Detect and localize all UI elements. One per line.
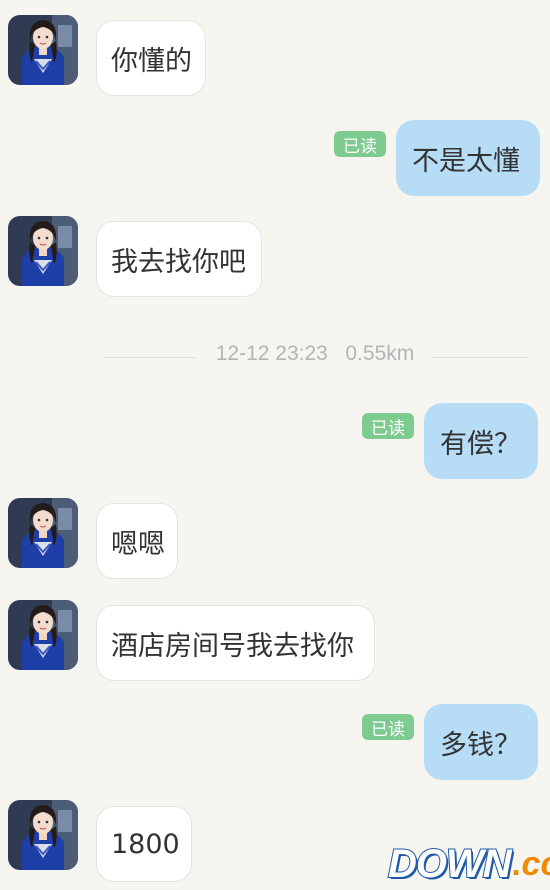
outgoing-message-bubble[interactable]: 有偿？ (424, 403, 538, 479)
outgoing-message-bubble[interactable]: 不是太懂 (396, 120, 540, 196)
watermark-suffix: cc (521, 844, 550, 883)
watermark-dot: . (511, 845, 521, 882)
incoming-message-bubble[interactable]: 你懂的 (96, 20, 206, 96)
contact-avatar[interactable] (8, 600, 78, 670)
avatar-image-icon (8, 15, 78, 85)
contact-avatar[interactable] (8, 216, 78, 286)
separator-line-right (432, 357, 528, 358)
message-text: 你懂的 (111, 45, 192, 77)
avatar-image-icon (8, 800, 78, 870)
contact-avatar[interactable] (8, 800, 78, 870)
read-status-badge: 已读 (362, 413, 414, 439)
site-watermark-logo: DOWN.cc (387, 840, 550, 888)
separator-time: 12-12 23:23 (215, 342, 328, 365)
incoming-message-bubble[interactable]: 我去找你吧 (96, 221, 262, 297)
incoming-message-bubble[interactable]: 1800 (96, 806, 192, 882)
incoming-message-bubble[interactable]: 酒店房间号我去找你 (96, 605, 375, 681)
avatar-image-icon (8, 600, 78, 670)
incoming-message-bubble[interactable]: 嗯嗯 (96, 503, 178, 579)
message-text: 我去找你吧 (111, 246, 246, 278)
avatar-image-icon (8, 498, 78, 568)
contact-avatar[interactable] (8, 15, 78, 85)
avatar-image-icon (8, 216, 78, 286)
separator-distance: 0.55km (345, 342, 415, 365)
contact-avatar[interactable] (8, 498, 78, 568)
message-text: 不是太懂 (412, 145, 520, 177)
read-status-badge: 已读 (334, 131, 386, 157)
chat-thread[interactable]: 你懂的 已读 不是太懂 我去找你吧 12-12 23:23 0.55km 已读 … (0, 0, 550, 890)
watermark-main-text: DOWN (387, 841, 513, 887)
message-text: 有偿？ (440, 428, 521, 460)
message-text: 多钱？ (440, 729, 521, 761)
read-status-badge: 已读 (362, 714, 414, 740)
message-text: 1800 (111, 828, 180, 860)
outgoing-message-bubble[interactable]: 多钱？ (424, 704, 538, 780)
message-text: 酒店房间号我去找你 (111, 630, 354, 662)
time-distance-separator: 12-12 23:23 0.55km (190, 342, 440, 366)
message-text: 嗯嗯 (111, 528, 165, 560)
separator-line-left (104, 357, 196, 358)
